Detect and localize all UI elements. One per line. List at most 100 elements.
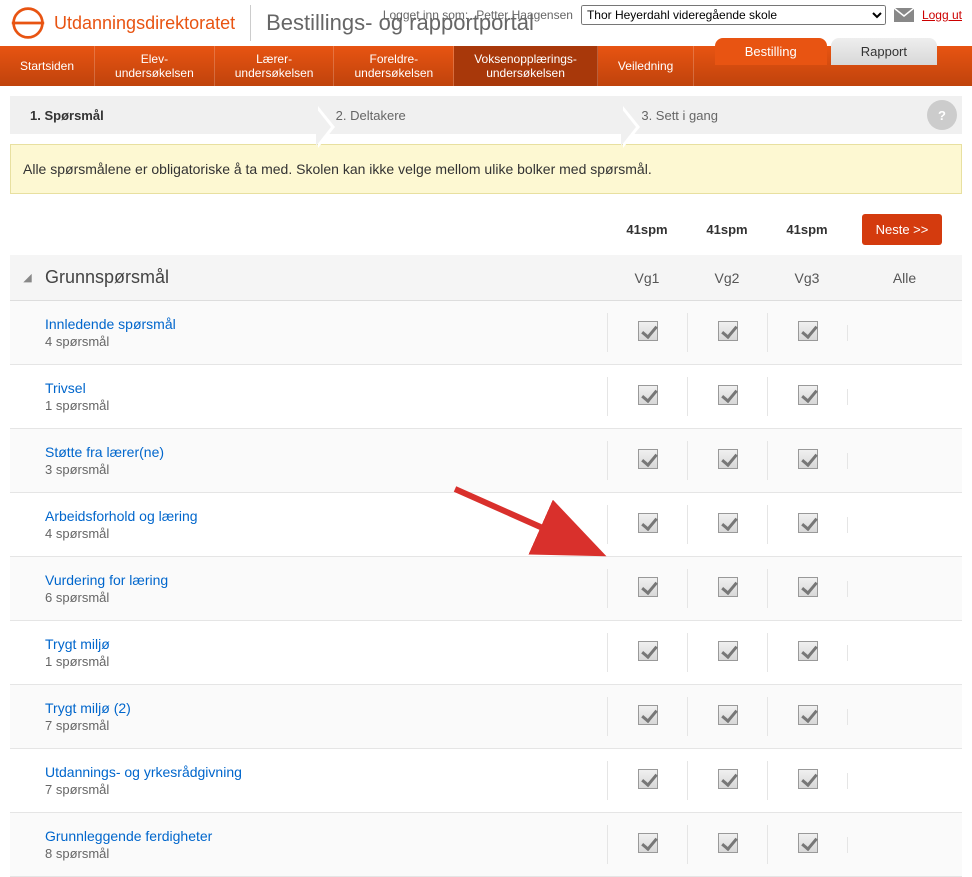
check-vg1	[607, 505, 687, 544]
checkbox-checked-disabled-icon	[718, 449, 738, 469]
check-vg3	[767, 313, 847, 352]
question-row: Trygt miljø (2) 7 spørsmål	[10, 685, 962, 749]
checkbox-checked-disabled-icon	[798, 513, 818, 533]
nav-elev[interactable]: Elev- undersøkelsen	[95, 46, 215, 86]
checkbox-checked-disabled-icon	[798, 705, 818, 725]
check-vg3	[767, 569, 847, 608]
question-title[interactable]: Arbeidsforhold og læring	[45, 508, 607, 524]
next-button[interactable]: Neste >>	[862, 214, 943, 245]
help-icon[interactable]: ?	[927, 100, 957, 130]
checkbox-checked-disabled-icon	[638, 385, 658, 405]
check-vg2	[687, 313, 767, 352]
question-info: Utdannings- og yrkesrådgivning7 spørsmål	[10, 764, 607, 797]
question-title[interactable]: Vurdering for læring	[45, 572, 607, 588]
spm-count-vg3: 41spm	[767, 222, 847, 237]
check-alle	[847, 517, 962, 533]
checkbox-checked-disabled-icon	[638, 449, 658, 469]
col-vg3: Vg3	[767, 270, 847, 286]
nav-veiledning[interactable]: Veiledning	[598, 46, 694, 86]
checkbox-checked-disabled-icon	[718, 641, 738, 661]
question-title[interactable]: Trygt miljø	[45, 636, 607, 652]
step-1[interactable]: 1. Spørsmål	[10, 108, 316, 123]
check-alle	[847, 773, 962, 789]
question-title[interactable]: Grunnleggende ferdigheter	[45, 828, 607, 844]
check-vg3	[767, 441, 847, 480]
col-vg1: Vg1	[607, 270, 687, 286]
mail-icon[interactable]	[894, 8, 914, 22]
question-title[interactable]: Støtte fra lærer(ne)	[45, 444, 607, 460]
check-vg3	[767, 761, 847, 800]
check-vg2	[687, 441, 767, 480]
check-vg3	[767, 825, 847, 864]
check-alle	[847, 709, 962, 725]
checkbox-checked-disabled-icon	[638, 769, 658, 789]
checkbox-checked-disabled-icon	[638, 321, 658, 341]
header: Utdanningsdirektoratet Bestillings- og r…	[0, 0, 972, 46]
question-title[interactable]: Trygt miljø (2)	[45, 700, 607, 716]
top-right-bar: Logget inn som: Petter Haagensen Thor He…	[383, 5, 962, 25]
divider	[250, 5, 251, 41]
question-info: Trivsel 1 spørsmål	[10, 380, 607, 413]
question-count: 1 spørsmål	[45, 654, 607, 669]
checkbox-checked-disabled-icon	[798, 641, 818, 661]
step-3[interactable]: 3. Sett i gang	[621, 108, 927, 123]
question-title[interactable]: Utdannings- og yrkesrådgivning	[45, 764, 607, 780]
collapse-icon[interactable]: ◢	[10, 271, 45, 284]
logo-area: Utdanningsdirektoratet	[10, 5, 235, 41]
nav-foreldre[interactable]: Foreldre- undersøkelsen	[334, 46, 454, 86]
tab-rapport[interactable]: Rapport	[831, 38, 937, 65]
check-vg2	[687, 377, 767, 416]
checkbox-checked-disabled-icon	[798, 833, 818, 853]
login-label: Logget inn som:	[383, 8, 468, 22]
check-vg3	[767, 633, 847, 672]
checkbox-checked-disabled-icon	[638, 641, 658, 661]
groups-title: Grunnspørsmål	[45, 267, 607, 288]
spm-count-vg2: 41spm	[687, 222, 767, 237]
check-vg2	[687, 825, 767, 864]
check-alle	[847, 645, 962, 661]
question-info: Arbeidsforhold og læring4 spørsmål	[10, 508, 607, 541]
check-vg2	[687, 761, 767, 800]
question-count: 3 spørsmål	[45, 462, 607, 477]
steps-bar: 1. Spørsmål 2. Deltakere 3. Sett i gang …	[10, 96, 962, 134]
question-title[interactable]: Trivsel	[45, 380, 607, 396]
content: 41spm 41spm 41spm Neste >> ◢ Grunnspørsm…	[10, 204, 962, 877]
nav-voksen[interactable]: Voksenopplærings- undersøkelsen	[454, 46, 598, 86]
nav-startsiden[interactable]: Startsiden	[0, 46, 95, 86]
checkbox-checked-disabled-icon	[638, 513, 658, 533]
school-select[interactable]: Thor Heyerdahl videregående skole	[581, 5, 886, 25]
question-count: 8 spørsmål	[45, 846, 607, 861]
nav-laerer[interactable]: Lærer- undersøkelsen	[215, 46, 335, 86]
step-2[interactable]: 2. Deltakere	[316, 108, 622, 123]
checkbox-checked-disabled-icon	[798, 449, 818, 469]
question-row: Støtte fra lærer(ne) 3 spørsmål	[10, 429, 962, 493]
question-info: Støtte fra lærer(ne) 3 spørsmål	[10, 444, 607, 477]
spm-count-row: 41spm 41spm 41spm Neste >>	[10, 204, 962, 255]
check-vg2	[687, 697, 767, 736]
checkbox-checked-disabled-icon	[718, 705, 738, 725]
question-count: 1 spørsmål	[45, 398, 607, 413]
question-info: Trygt miljø (2) 7 spørsmål	[10, 700, 607, 733]
check-vg3	[767, 505, 847, 544]
check-vg1	[607, 697, 687, 736]
tab-bestilling[interactable]: Bestilling	[715, 38, 827, 65]
checkbox-checked-disabled-icon	[638, 705, 658, 725]
check-vg2	[687, 569, 767, 608]
main-tabs: Bestilling Rapport	[715, 38, 937, 65]
check-alle	[847, 389, 962, 405]
col-vg2: Vg2	[687, 270, 767, 286]
step-3-label: 3. Sett i gang	[641, 108, 718, 123]
check-vg1	[607, 761, 687, 800]
check-vg3	[767, 697, 847, 736]
checkbox-checked-disabled-icon	[718, 385, 738, 405]
question-info: Trygt miljø 1 spørsmål	[10, 636, 607, 669]
checkbox-checked-disabled-icon	[798, 769, 818, 789]
check-alle	[847, 581, 962, 597]
logout-link[interactable]: Logg ut	[922, 8, 962, 22]
question-info: Vurdering for læring6 spørsmål	[10, 572, 607, 605]
check-alle	[847, 453, 962, 469]
question-list: Innledende spørsmål4 spørsmål Trivsel 1 sp…	[10, 301, 962, 877]
question-count: 7 spørsmål	[45, 718, 607, 733]
question-title[interactable]: Innledende spørsmål	[45, 316, 607, 332]
question-row: Innledende spørsmål4 spørsmål	[10, 301, 962, 365]
